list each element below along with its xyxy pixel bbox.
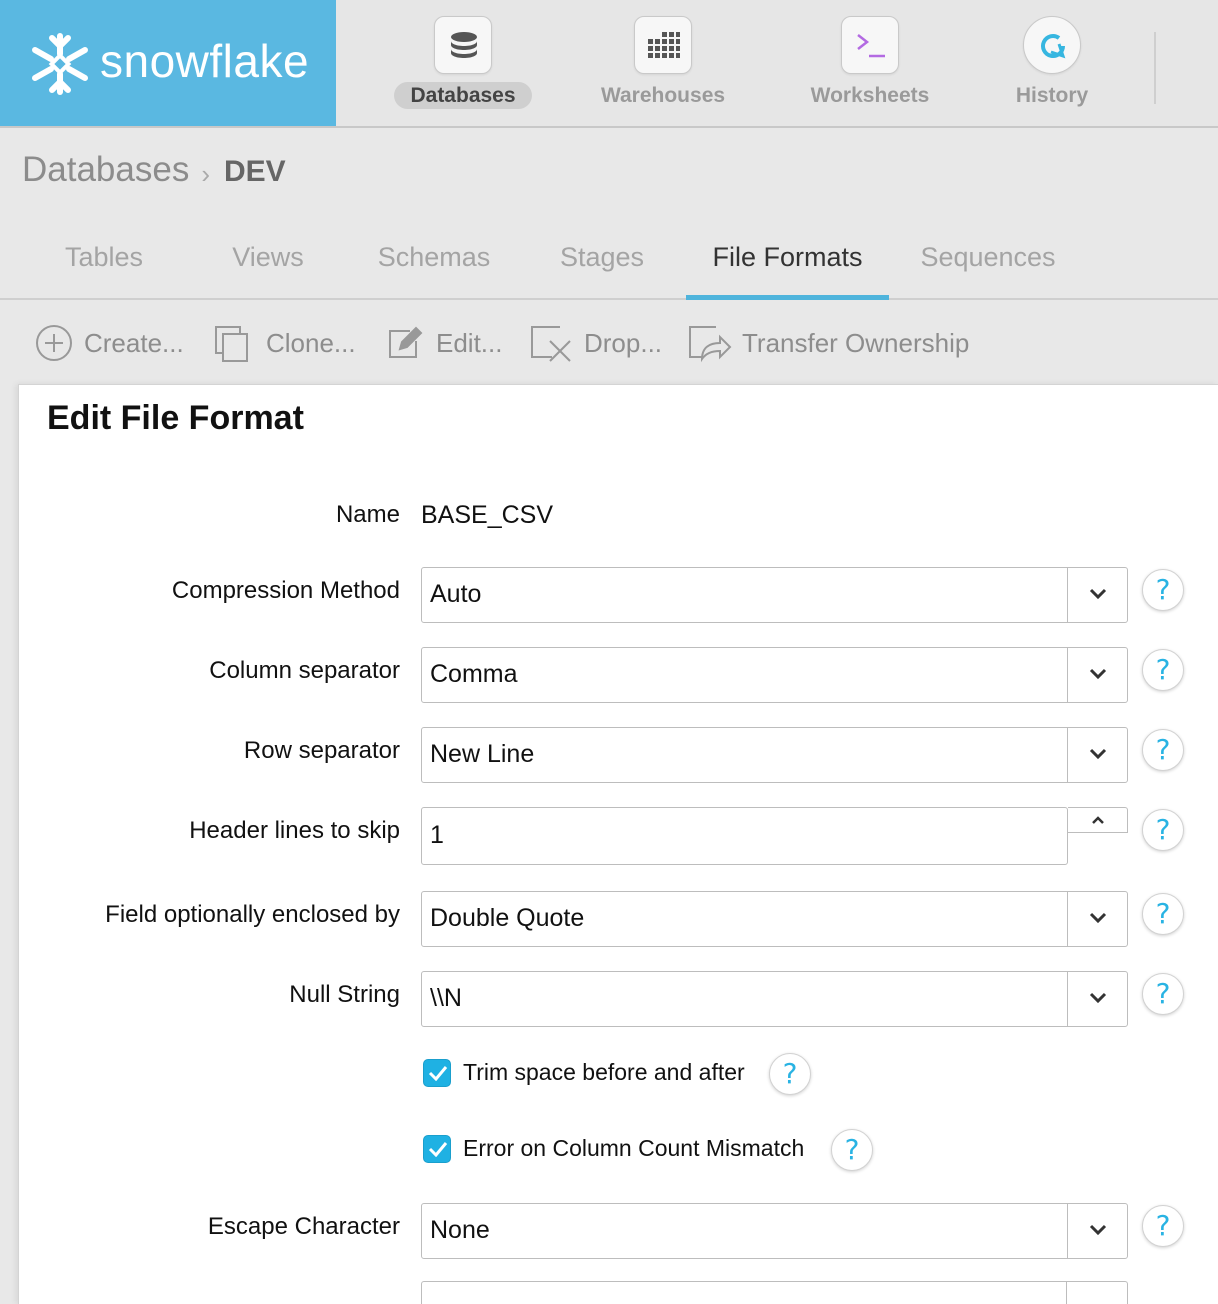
edit-pencil-icon — [386, 323, 426, 363]
breadcrumb-current: DEV — [224, 155, 286, 188]
history-refresh-icon — [1023, 16, 1081, 74]
error-column-mismatch-help-icon[interactable]: ? — [831, 1129, 873, 1171]
nav-databases-label: Databases — [394, 82, 532, 109]
nav-divider — [1154, 32, 1156, 104]
error-column-mismatch-label[interactable]: Error on Column Count Mismatch — [463, 1135, 804, 1162]
clone-icon — [212, 323, 256, 363]
chevron-up-icon — [1092, 816, 1104, 824]
snowflake-logo[interactable]: snowflake — [0, 0, 336, 126]
transfer-arrow-icon — [688, 323, 732, 363]
tab-sequences[interactable]: Sequences — [906, 242, 1070, 298]
nav-history[interactable]: History — [962, 0, 1142, 126]
drop-label: Drop... — [584, 327, 663, 358]
terminal-icon — [841, 16, 899, 74]
edit-button[interactable]: Edit... — [386, 320, 502, 366]
enclosed-by-help-icon[interactable]: ? — [1142, 893, 1184, 935]
column-separator-help-icon[interactable]: ? — [1142, 649, 1184, 691]
error-column-mismatch-checkbox[interactable] — [423, 1135, 451, 1163]
escape-character-select[interactable]: None — [421, 1203, 1128, 1259]
tab-stages[interactable]: Stages — [540, 242, 664, 298]
column-separator-value: Comma — [430, 660, 518, 688]
escape-character-value: None — [430, 1216, 490, 1244]
database-icon — [434, 16, 492, 74]
chevron-down-icon[interactable] — [1067, 728, 1127, 782]
trim-space-checkbox[interactable] — [423, 1059, 451, 1087]
chevron-down-icon[interactable] — [1067, 892, 1127, 946]
top-navigation-bar: snowflake Databases Warehouses Worksheet… — [0, 0, 1218, 128]
nav-databases[interactable]: Databases — [373, 0, 553, 126]
row-separator-value: New Line — [430, 740, 535, 768]
compression-help-icon[interactable]: ? — [1142, 569, 1184, 611]
null-string-select[interactable]: \\N — [421, 971, 1128, 1027]
trim-space-help-icon[interactable]: ? — [769, 1053, 811, 1095]
header-lines-label: Header lines to skip — [189, 817, 400, 844]
clone-button[interactable]: Clone... — [212, 320, 356, 366]
clone-label: Clone... — [266, 327, 356, 358]
compression-method-value: Auto — [430, 580, 482, 608]
header-lines-value: 1 — [430, 821, 444, 849]
name-label: Name — [335, 501, 400, 528]
escape-character-label: Escape Character — [207, 1213, 400, 1240]
brand-wordmark: snowflake — [100, 35, 310, 87]
enclosed-by-value: Double Quote — [430, 904, 585, 932]
transfer-ownership-button[interactable]: Transfer Ownership — [688, 320, 969, 366]
checkmark-icon — [428, 1142, 448, 1157]
plus-circle-icon — [34, 323, 74, 363]
nav-worksheets[interactable]: Worksheets — [780, 0, 960, 126]
chevron-down-icon[interactable] — [1067, 568, 1127, 622]
header-lines-help-icon[interactable]: ? — [1142, 809, 1184, 851]
drop-x-icon — [530, 323, 574, 363]
enclosed-by-select[interactable]: Double Quote — [421, 891, 1128, 947]
row-separator-help-icon[interactable]: ? — [1142, 729, 1184, 771]
create-label: Create... — [84, 327, 184, 358]
chevron-right-icon: › — [201, 159, 210, 189]
enclosed-by-label: Field optionally enclosed by — [105, 901, 400, 928]
object-tabs: Tables Views Schemas Stages File Formats… — [0, 222, 1218, 300]
checkmark-icon — [428, 1066, 448, 1081]
tab-file-formats[interactable]: File Formats — [686, 242, 889, 300]
escape-character-help-icon[interactable]: ? — [1142, 1205, 1184, 1247]
row-separator-select[interactable]: New Line — [421, 727, 1128, 783]
tab-schemas[interactable]: Schemas — [364, 242, 504, 298]
breadcrumb: Databases › DEV — [22, 150, 286, 194]
create-button[interactable]: Create... — [34, 320, 184, 366]
dialog-title: Edit File Format — [47, 399, 304, 437]
select-divider — [1066, 1282, 1067, 1304]
edit-file-format-dialog: Edit File Format Name BASE_CSV Compressi… — [18, 384, 1218, 1304]
nav-worksheets-label: Worksheets — [810, 84, 930, 107]
null-string-label: Null String — [289, 981, 400, 1008]
compression-method-label: Compression Method — [171, 577, 400, 604]
nav-history-label: History — [1015, 84, 1089, 107]
edit-label: Edit... — [436, 327, 503, 358]
column-separator-label: Column separator — [209, 657, 400, 684]
nav-warehouses[interactable]: Warehouses — [573, 0, 753, 126]
compression-method-select[interactable]: Auto — [421, 567, 1128, 623]
row-separator-label: Row separator — [243, 737, 400, 764]
trim-space-label[interactable]: Trim space before and after — [463, 1059, 745, 1086]
tab-tables[interactable]: Tables — [40, 242, 168, 298]
drop-button[interactable]: Drop... — [530, 320, 662, 366]
name-value: BASE_CSV — [421, 501, 554, 529]
stepper-up-button[interactable] — [1068, 807, 1128, 833]
tab-views[interactable]: Views — [208, 242, 328, 298]
breadcrumb-databases[interactable]: Databases — [22, 150, 189, 189]
transfer-ownership-label: Transfer Ownership — [742, 327, 970, 358]
null-string-value: \\N — [430, 984, 462, 1012]
nav-warehouses-label: Warehouses — [600, 84, 726, 107]
chevron-down-icon[interactable] — [1067, 648, 1127, 702]
action-toolbar: Create... Clone... Edit... Drop... Trans… — [0, 312, 1218, 372]
chevron-down-icon[interactable] — [1067, 972, 1127, 1026]
column-separator-select[interactable]: Comma — [421, 647, 1128, 703]
next-field-select-partial[interactable] — [421, 1281, 1128, 1304]
null-string-help-icon[interactable]: ? — [1142, 973, 1184, 1015]
warehouse-grid-icon — [634, 16, 692, 74]
snowflake-icon — [32, 33, 88, 95]
header-lines-stepper[interactable]: 1 — [421, 807, 1128, 865]
header-lines-input[interactable]: 1 — [421, 807, 1068, 865]
chevron-down-icon[interactable] — [1067, 1204, 1127, 1258]
